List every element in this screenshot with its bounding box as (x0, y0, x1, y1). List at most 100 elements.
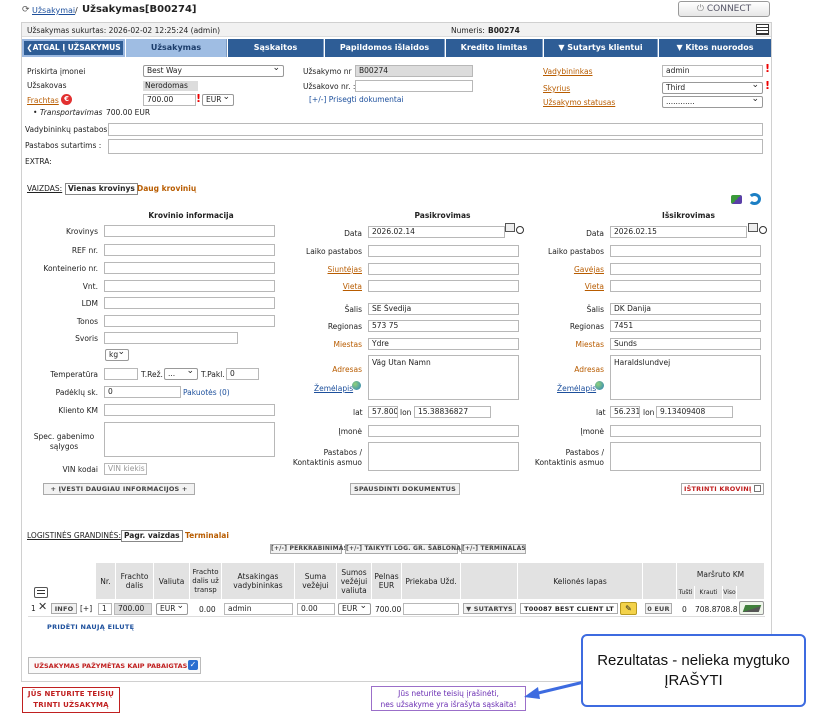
vin-input[interactable]: VIN kiekis (104, 463, 147, 475)
krovinys-input[interactable] (104, 225, 275, 237)
unit-select[interactable]: kg (105, 349, 129, 361)
view-multi[interactable]: Daug krovinių (137, 184, 196, 194)
sablonas-button[interactable]: [+/-] TAIKYTI LOG. GR. ŠABLONĄ (345, 544, 461, 554)
pas-imone-input[interactable] (368, 425, 519, 437)
frachtas-input[interactable]: 700.00 (143, 94, 196, 106)
row-nr-input[interactable]: 1 (98, 603, 112, 615)
tab-sutartys[interactable]: ▼ Sutartys klientui (544, 39, 658, 57)
currency-select[interactable]: EUR (202, 94, 234, 106)
back-button[interactable]: ❮ATGAL Į UŽSAKYMUS (22, 39, 125, 57)
iss-miestas-input[interactable]: Sunds (610, 338, 761, 350)
pas-regionas-input[interactable]: 573 75 (368, 320, 519, 332)
logistics-main[interactable]: Pagr. vaizdas (121, 530, 183, 542)
clock-icon[interactable] (759, 226, 767, 234)
svoris-input[interactable] (104, 332, 238, 344)
tab-kitos[interactable]: ▼ Kitos nuorodos (659, 39, 771, 57)
pas-miestas-label[interactable]: Miestas (290, 340, 362, 350)
iss-vieta-label[interactable]: Vieta (532, 282, 604, 292)
vadyb-label[interactable]: Vadybininkas (543, 67, 593, 77)
iss-laiko-input[interactable] (610, 245, 761, 257)
logo-icon[interactable] (748, 193, 761, 205)
tonos-input[interactable] (104, 315, 275, 327)
terminalas-button[interactable]: [+/-] TERMINALAS (461, 544, 526, 554)
menu-icon[interactable] (34, 587, 48, 598)
print-button[interactable]: SPAUSDINTI DOKUMENTUS (350, 483, 460, 495)
edit-icon[interactable]: ✎ (620, 602, 637, 615)
globe-icon[interactable] (595, 381, 604, 390)
vadyb-input[interactable]: admin (662, 65, 763, 77)
iss-vieta-input[interactable] (610, 280, 761, 292)
pas-pastabos-input[interactable] (368, 442, 519, 471)
add-row-link[interactable]: PRIDĖTI NAUJĄ EILUTĘ (47, 622, 134, 632)
pas-adresas-label[interactable]: Adresas (290, 365, 362, 375)
delete-checkbox[interactable] (753, 485, 761, 492)
konteinerio-input[interactable] (104, 262, 275, 274)
expand-button[interactable]: [+] (80, 604, 92, 614)
kliento-input[interactable] (104, 404, 275, 416)
kelione-button[interactable]: T00087 BEST CLIENT LT (520, 603, 618, 614)
pas-adresas-input[interactable]: Väg Utan Namn (368, 355, 519, 400)
calendar-icon[interactable] (505, 223, 515, 232)
logistics-terminals[interactable]: Terminalai (185, 531, 229, 541)
notes-icon[interactable] (756, 24, 769, 35)
skyrius-label[interactable]: Skyrius (543, 84, 570, 94)
iss-imone-input[interactable] (610, 425, 761, 437)
pakuotes-link[interactable]: Pakuotės (0) (183, 388, 230, 398)
tab-uzsakymas[interactable]: Užsakymas (126, 39, 227, 57)
clock-icon[interactable] (516, 226, 524, 234)
iss-data-input[interactable]: 2026.02.15 (610, 226, 747, 238)
pas-vieta-label[interactable]: Vieta (290, 282, 362, 292)
iss-salis-input[interactable]: DK Danija (610, 303, 761, 315)
remove-row-icon[interactable]: ✕ (38, 601, 47, 612)
pas-zemelapis-link[interactable]: Žemėlapis (314, 384, 353, 394)
pas-lat-input[interactable]: 57.8007 (368, 406, 398, 418)
breadcrumb-link[interactable]: Užsakymai (32, 6, 75, 15)
ldm-input[interactable] (104, 297, 275, 309)
view-single[interactable]: Vienas krovinys (65, 183, 138, 195)
statusas-select[interactable]: ............ (662, 96, 763, 108)
gavejas-input[interactable] (610, 263, 761, 275)
tools-icon[interactable] (731, 195, 742, 204)
iss-miestas-label[interactable]: Miestas (532, 340, 604, 350)
tab-kredito[interactable]: Kredito limitas (446, 39, 543, 57)
iss-adresas-label[interactable]: Adresas (532, 365, 604, 375)
connect-button[interactable]: ⏻ CONNECT (678, 1, 770, 17)
pas-lon-input[interactable]: 15.38836827 (414, 406, 491, 418)
iss-lat-input[interactable]: 56.2314 (610, 406, 640, 418)
pas-data-input[interactable]: 2026.02.14 (368, 226, 505, 238)
iss-pastabos-input[interactable] (610, 442, 761, 471)
pas-miestas-input[interactable]: Ydre (368, 338, 519, 350)
tab-saskaitos[interactable]: Sąskaitos (228, 39, 324, 57)
iss-regionas-input[interactable]: 7451 (610, 320, 761, 332)
pas-salis-input[interactable]: SE Švedija (368, 303, 519, 315)
more-info-button[interactable]: + ĮVESTI DAUGIAU INFORMACIJOS + (43, 483, 195, 495)
iss-adresas-input[interactable]: Haraldslundvej (610, 355, 761, 400)
ref-input[interactable] (104, 244, 275, 256)
iss-zemelapis-link[interactable]: Žemėlapis (557, 384, 596, 394)
trez-select[interactable]: ... (164, 368, 198, 380)
info-button[interactable]: INFO (51, 603, 77, 614)
frachtas-label[interactable]: Frachtas (27, 96, 59, 106)
paleciu-input[interactable]: 0 (104, 386, 181, 398)
iss-lon-input[interactable]: 9.13409408 (656, 406, 733, 418)
uzsakovo-input[interactable] (355, 80, 473, 92)
prisegti-link[interactable]: [+/-] Prisegti dokumentai (309, 95, 404, 105)
perkrabinimas-button[interactable]: [+/-] PERKRABINIMAS (270, 544, 348, 554)
tpakl-input[interactable]: 0 (226, 368, 259, 380)
siuntejas-label[interactable]: Siuntėjas (290, 265, 363, 275)
spec-input[interactable] (104, 422, 275, 457)
row-priekaba-input[interactable] (403, 603, 459, 615)
truck-icon[interactable] (739, 601, 764, 615)
vad-pastabos-input[interactable] (108, 123, 763, 136)
pas-vieta-input[interactable] (368, 280, 519, 292)
row-suma-input[interactable]: 0.00 (297, 603, 335, 615)
siuntejas-input[interactable] (368, 263, 519, 275)
statusas-label[interactable]: Užsakymo statusas (543, 98, 615, 108)
vnt-input[interactable] (104, 280, 275, 292)
gavejas-label[interactable]: Gavėjas (532, 265, 604, 275)
finished-checkbox[interactable]: ✓ (188, 660, 198, 670)
skyrius-select[interactable]: Third (662, 82, 763, 94)
row-vad-input[interactable]: admin (224, 603, 293, 615)
sutartys-button[interactable]: ▼ SUTARTYS (463, 603, 516, 614)
delete-cargo-button[interactable]: IŠTRINTI KROVINĮ (681, 483, 764, 495)
